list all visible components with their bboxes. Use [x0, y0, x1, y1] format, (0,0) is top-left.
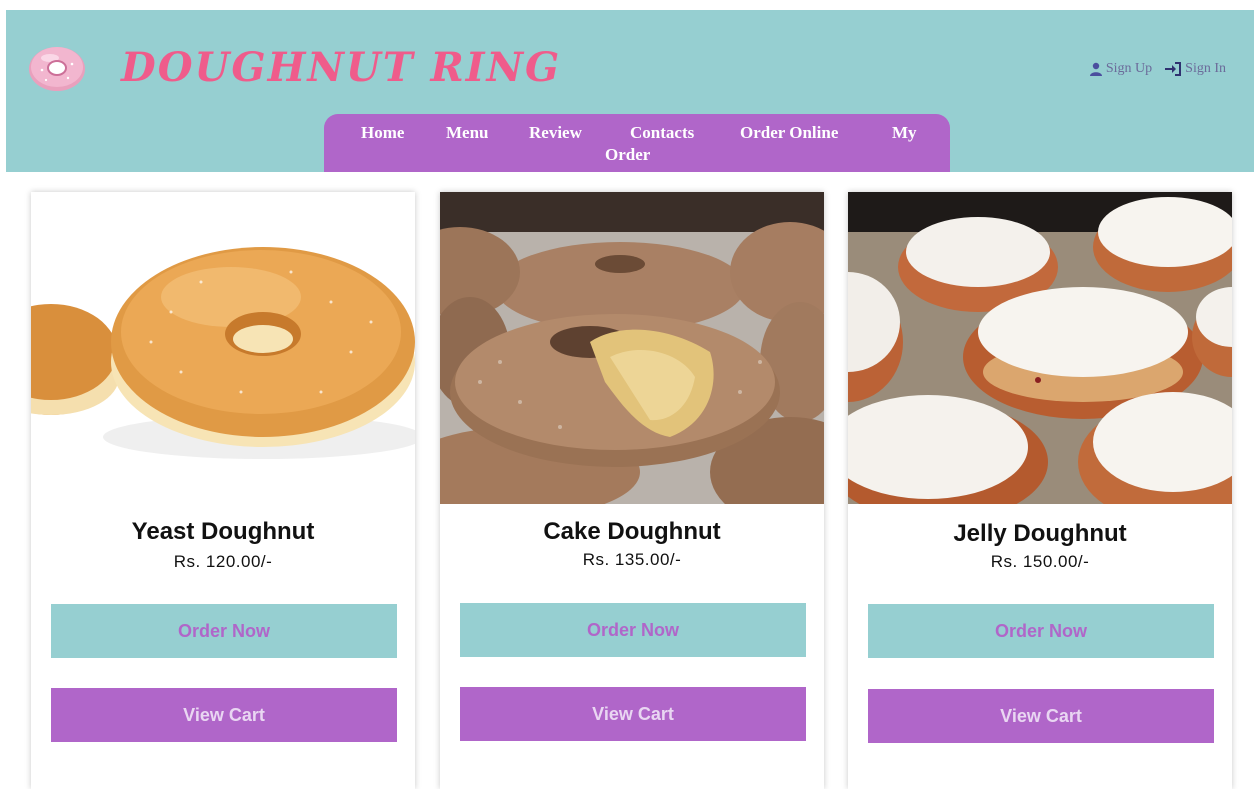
product-name: Yeast Doughnut — [131, 518, 315, 545]
product-price: Rs. 120.00/- — [173, 552, 273, 571]
view-cart-button[interactable]: View Cart — [868, 689, 1214, 743]
view-cart-button[interactable]: View Cart — [460, 687, 806, 741]
nav-home[interactable]: Home — [361, 122, 404, 144]
nav-contacts[interactable]: Contacts — [630, 122, 694, 144]
order-now-button[interactable]: Order Now — [51, 604, 397, 658]
sign-up-link[interactable]: Sign Up — [1089, 61, 1152, 77]
nav-menu[interactable]: Menu — [446, 122, 489, 144]
auth-links: Sign Up Sign In — [1089, 59, 1226, 79]
nav-my-order[interactable]: My — [892, 122, 917, 144]
product-name: Cake Doughnut — [543, 518, 721, 545]
yeast-doughnut-photo — [31, 192, 415, 504]
sign-in-icon — [1164, 62, 1182, 76]
nav-review[interactable]: Review — [529, 122, 582, 144]
nav-order-online[interactable]: Order Online — [740, 122, 838, 144]
donut-logo-icon[interactable] — [28, 42, 86, 92]
sign-up-label: Sign Up — [1105, 61, 1153, 76]
main-nav: Home Menu Review Contacts Order Online M… — [324, 114, 950, 172]
site-header: DOUGHNUT RING Sign Up Sign In Home Menu … — [6, 10, 1254, 172]
product-price: Rs. 150.00/- — [990, 552, 1090, 571]
jelly-doughnut-photo — [848, 192, 1232, 504]
product-card-yeast: Yeast Doughnut Rs. 120.00/- Order Now Vi… — [31, 192, 415, 789]
order-now-button[interactable]: Order Now — [868, 604, 1214, 658]
product-card-cake: Cake Doughnut Rs. 135.00/- Order Now Vie… — [440, 192, 824, 789]
product-price: Rs. 135.00/- — [582, 550, 682, 569]
user-icon — [1089, 62, 1103, 76]
brand-name[interactable]: DOUGHNUT RING — [121, 38, 561, 98]
sign-in-label: Sign In — [1185, 61, 1226, 76]
product-name: Jelly Doughnut — [953, 520, 1127, 547]
product-card-jelly: Jelly Doughnut Rs. 150.00/- Order Now Vi… — [848, 192, 1232, 789]
page: DOUGHNUT RING Sign Up Sign In Home Menu … — [0, 0, 1254, 789]
order-now-button[interactable]: Order Now — [460, 603, 806, 657]
cake-doughnut-photo — [440, 192, 824, 504]
sign-in-link[interactable]: Sign In — [1164, 61, 1226, 77]
nav-my-order-second-line[interactable]: Order — [605, 144, 650, 166]
view-cart-button[interactable]: View Cart — [51, 688, 397, 742]
